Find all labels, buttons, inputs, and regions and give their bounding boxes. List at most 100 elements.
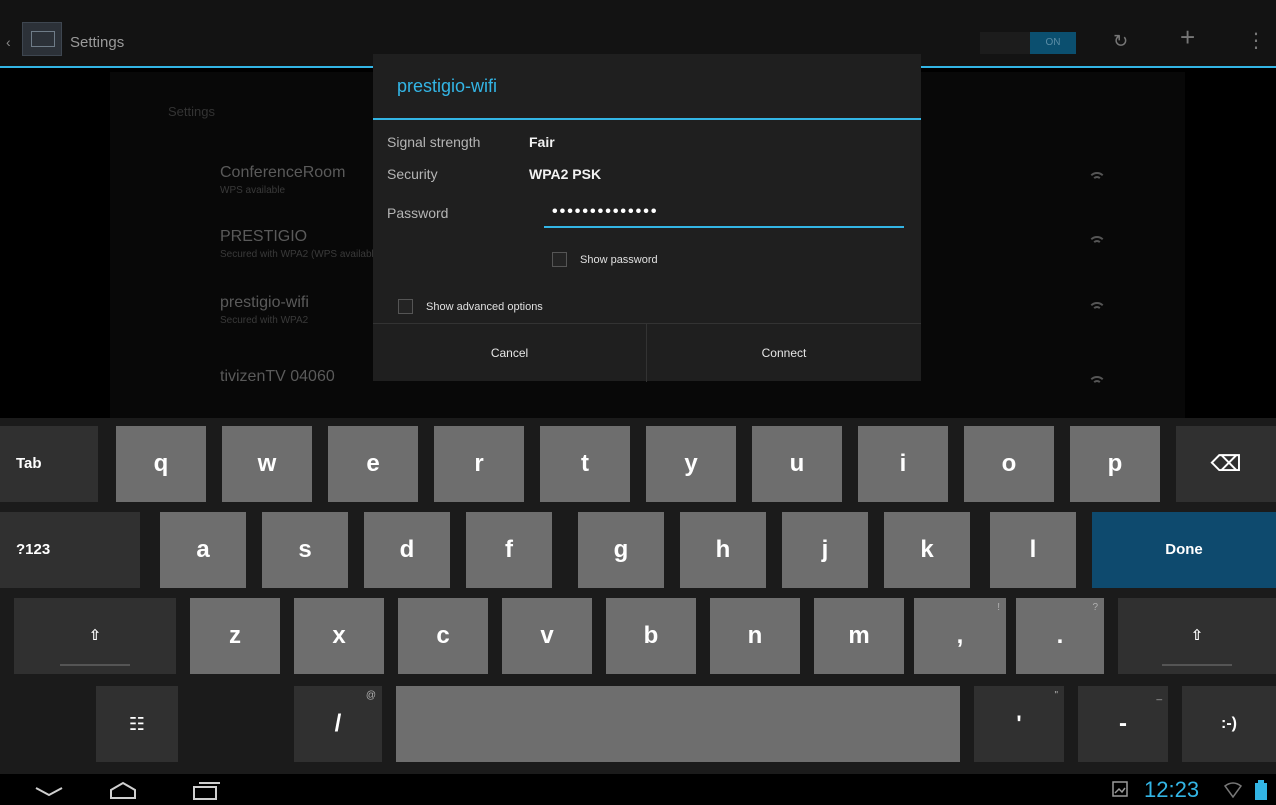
password-label: Password — [387, 205, 449, 221]
clock: 12:23 — [1144, 777, 1200, 802]
system-navigation-bar: 12:23 — [0, 774, 1276, 805]
wifi-connect-dialog: prestigio-wifi Signal strength Fair Secu… — [373, 54, 921, 382]
page-title: Settings — [70, 34, 125, 51]
shift-icon: ⇧ — [88, 627, 102, 644]
key-l[interactable]: l — [990, 512, 1076, 588]
key-slash-hint: @ — [365, 690, 376, 701]
key-c[interactable]: c — [398, 598, 488, 674]
overflow-menu-icon[interactable]: ⋮ — [1246, 30, 1266, 52]
wps-icon[interactable]: ↻ — [1113, 30, 1128, 52]
network-name: prestigio-wifi — [220, 294, 309, 311]
dialog-title-divider — [373, 118, 921, 120]
battery-icon — [1255, 780, 1267, 800]
done-key[interactable]: Done — [1092, 512, 1276, 588]
image-notification-icon[interactable] — [1112, 781, 1128, 797]
key-slash-label: / — [334, 710, 342, 737]
key-z[interactable]: z — [190, 598, 280, 674]
key-comma-hint: ! — [997, 602, 1000, 613]
wifi-signal-locked-icon — [1088, 236, 1106, 248]
wifi-signal-icon — [1088, 376, 1106, 388]
settings-header: Settings — [168, 104, 215, 119]
key-v[interactable]: v — [502, 598, 592, 674]
key-apostrophe-hint: " — [1054, 690, 1058, 701]
key-i[interactable]: i — [858, 426, 948, 502]
signal-strength-value: Fair — [529, 134, 555, 150]
key-k[interactable]: k — [884, 512, 970, 588]
key-e[interactable]: e — [328, 426, 418, 502]
dialog-title: prestigio-wifi — [397, 76, 498, 96]
network-status: Secured with WPA2 — [220, 315, 309, 326]
key-n[interactable]: n — [710, 598, 800, 674]
shift-indicator — [60, 664, 130, 666]
network-status: Secured with WPA2 (WPS available) — [220, 249, 383, 260]
backspace-icon: ⌫ — [1210, 451, 1242, 476]
settings-app-icon[interactable] — [22, 22, 62, 56]
key-y[interactable]: y — [646, 426, 736, 502]
key-o[interactable]: o — [964, 426, 1054, 502]
smiley-key[interactable]: :-) — [1182, 686, 1276, 762]
show-advanced-options-checkbox[interactable] — [398, 299, 413, 314]
key-b[interactable]: b — [606, 598, 696, 674]
wifi-status-icon — [1224, 782, 1242, 798]
key-f[interactable]: f — [466, 512, 552, 588]
key-q[interactable]: q — [116, 426, 206, 502]
show-advanced-options-label[interactable]: Show advanced options — [426, 301, 543, 313]
tab-key[interactable]: Tab — [0, 426, 98, 502]
add-icon[interactable]: + — [1180, 24, 1195, 50]
key-t[interactable]: t — [540, 426, 630, 502]
key-s[interactable]: s — [262, 512, 348, 588]
shift-icon: ⇧ — [1190, 627, 1204, 644]
password-input[interactable]: •••••••••••••• — [544, 204, 904, 228]
key-period[interactable]: . ? — [1016, 598, 1104, 674]
cancel-button[interactable]: Cancel — [373, 324, 647, 382]
recent-apps-icon[interactable] — [190, 778, 224, 802]
key-w[interactable]: w — [222, 426, 312, 502]
wifi-toggle-switch[interactable]: ON — [980, 32, 1076, 54]
shift-key-left[interactable]: ⇧ — [14, 598, 176, 674]
wifi-signal-icon — [1088, 172, 1106, 184]
key-apostrophe[interactable]: ' " — [974, 686, 1064, 762]
wifi-toggle-on-label: ON — [1030, 32, 1076, 54]
show-password-checkbox[interactable] — [552, 252, 567, 267]
wifi-signal-locked-icon — [1088, 302, 1106, 314]
key-dash[interactable]: - _ — [1078, 686, 1168, 762]
key-comma[interactable]: , ! — [914, 598, 1006, 674]
space-bar[interactable] — [396, 686, 960, 762]
signal-strength-label: Signal strength — [387, 134, 481, 150]
up-caret-icon[interactable]: ‹ — [6, 34, 11, 50]
key-u[interactable]: u — [752, 426, 842, 502]
shift-indicator — [1162, 664, 1232, 666]
key-period-hint: ? — [1092, 602, 1098, 613]
key-apostrophe-label: ' — [1016, 711, 1022, 736]
back-icon[interactable] — [32, 778, 66, 802]
backspace-key[interactable]: ⌫ — [1176, 426, 1276, 502]
key-a[interactable]: a — [160, 512, 246, 588]
key-r[interactable]: r — [434, 426, 524, 502]
home-icon[interactable] — [106, 778, 140, 802]
network-name: tivizenTV 04060 — [220, 368, 335, 385]
key-p[interactable]: p — [1070, 426, 1160, 502]
security-label: Security — [387, 166, 438, 182]
symbols-key[interactable]: ?123 — [0, 512, 140, 588]
key-period-label: . — [1056, 622, 1064, 649]
key-dash-label: - — [1119, 710, 1127, 737]
network-name: ConferenceRoom — [220, 164, 346, 181]
keyboard-settings-key[interactable]: ☷ — [96, 686, 178, 762]
security-value: WPA2 PSK — [529, 166, 602, 182]
soft-keyboard: Tab q w e r t y u i o p ⌫ ?123 a s d f g… — [0, 418, 1276, 774]
key-j[interactable]: j — [782, 512, 868, 588]
network-name: PRESTIGIO — [220, 228, 308, 245]
key-comma-label: , — [956, 622, 964, 649]
key-m[interactable]: m — [814, 598, 904, 674]
keyboard-settings-icon: ☷ — [128, 714, 146, 734]
network-status: WPS available — [220, 185, 286, 196]
key-dash-hint: _ — [1156, 690, 1162, 701]
key-x[interactable]: x — [294, 598, 384, 674]
key-d[interactable]: d — [364, 512, 450, 588]
shift-key-right[interactable]: ⇧ — [1118, 598, 1276, 674]
connect-button[interactable]: Connect — [647, 324, 921, 382]
show-password-label[interactable]: Show password — [580, 254, 658, 266]
key-h[interactable]: h — [680, 512, 766, 588]
key-g[interactable]: g — [578, 512, 664, 588]
key-slash[interactable]: / @ — [294, 686, 382, 762]
